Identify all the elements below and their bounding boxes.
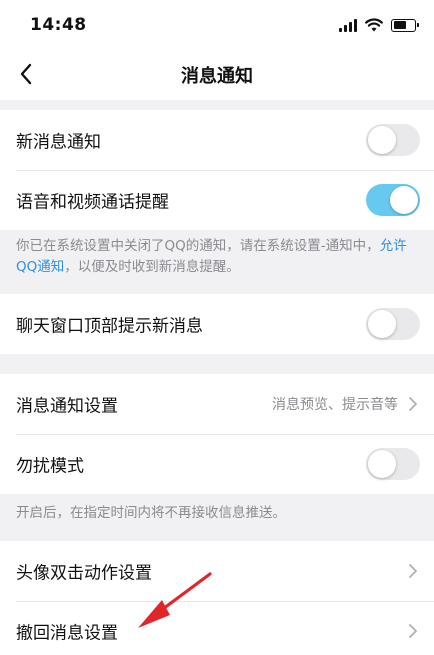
call-reminder-toggle[interactable] [366,184,420,216]
new-message-row: 新消息通知 [0,110,434,170]
wifi-icon [365,18,383,32]
recall-label: 撤回消息设置 [16,623,118,644]
system-notice-text: 你已在系统设置中关闭了QQ的通知，请在系统设置-通知中， [16,238,380,254]
top-prompt-toggle[interactable] [366,308,420,340]
status-icons [339,15,419,35]
dnd-label: 勿扰模式 [16,456,84,477]
top-prompt-group: 聊天窗口顶部提示新消息 [0,294,434,354]
battery-icon [391,18,419,32]
avatar-double-tap-row[interactable]: 头像双击动作设置 [0,541,434,601]
call-reminder-label: 语音和视频通话提醒 [16,192,169,213]
more-settings-group: 头像双击动作设置 撤回消息设置 [0,541,434,655]
chevron-right-icon [409,624,417,638]
system-notice-hint: 你已在系统设置中关闭了QQ的通知，请在系统设置-通知中，允许QQ通知，以便及时收… [16,236,418,278]
top-prompt-label: 聊天窗口顶部提示新消息 [16,316,203,337]
recall-row[interactable]: 撤回消息设置 [0,601,434,655]
settings-group: 消息通知设置 消息预览、提示音等 勿扰模式 [0,374,434,494]
top-prompt-row: 聊天窗口顶部提示新消息 [0,294,434,354]
system-notice-text-end: ，以便及时收到新消息提醒。 [64,259,240,275]
new-message-label: 新消息通知 [16,132,101,153]
dnd-row: 勿扰模式 [0,434,434,494]
chevron-right-icon [409,397,417,411]
chevron-right-icon [409,564,417,578]
dnd-toggle[interactable] [366,448,420,480]
page-title: 消息通知 [181,66,253,87]
new-message-toggle[interactable] [366,124,420,156]
notify-settings-value: 消息预览、提示音等 [272,397,398,413]
status-bar: 14:48 [0,0,434,48]
cellular-signal-icon [339,18,357,32]
notification-toggles-group: 新消息通知 语音和视频通话提醒 [0,110,434,230]
status-time: 14:48 [30,15,87,35]
nav-bar: 消息通知 [0,48,434,100]
notify-settings-label: 消息通知设置 [16,396,118,417]
notify-settings-row[interactable]: 消息通知设置 消息预览、提示音等 [0,374,434,434]
dnd-hint: 开启后，在指定时间内将不再接收信息推送。 [16,505,286,521]
avatar-double-tap-label: 头像双击动作设置 [16,563,152,584]
call-reminder-row: 语音和视频通话提醒 [0,170,434,230]
